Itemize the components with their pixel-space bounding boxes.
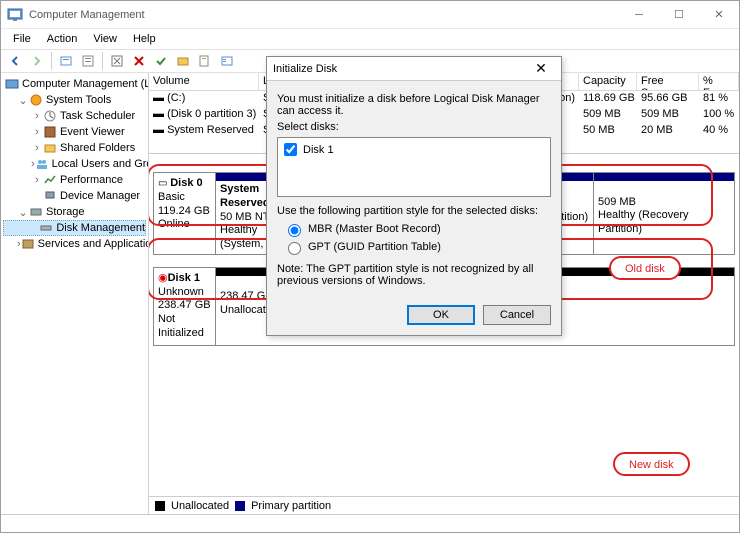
- up-button[interactable]: [56, 51, 76, 71]
- legend-primary: Primary partition: [251, 500, 331, 512]
- disk-selection-list: Disk 1: [277, 137, 551, 197]
- legend-unallocated: Unallocated: [171, 500, 229, 512]
- tree-device-manager[interactable]: Device Manager: [3, 188, 146, 204]
- dialog-close-button[interactable]: ✕: [527, 60, 555, 77]
- old-disk-annotation: Old disk: [609, 256, 681, 280]
- initialize-disk-dialog: Initialize Disk ✕ You must initialize a …: [266, 56, 562, 336]
- dialog-title: Initialize Disk: [273, 63, 527, 75]
- disk-1-checkbox[interactable]: Disk 1: [280, 140, 548, 159]
- select-disks-label: Select disks:: [277, 121, 551, 133]
- col-capacity[interactable]: Capacity: [579, 73, 637, 90]
- col-pct-free[interactable]: % Free: [699, 73, 739, 90]
- legend: Unallocated Primary partition: [149, 496, 739, 514]
- minimize-button[interactable]: ─: [619, 1, 659, 29]
- tree-event-viewer[interactable]: ›Event Viewer: [3, 124, 146, 140]
- tree-storage[interactable]: ⌄Storage: [3, 204, 146, 220]
- menu-help[interactable]: Help: [125, 31, 164, 47]
- ok-button[interactable]: OK: [407, 305, 475, 325]
- properties-icon[interactable]: [78, 51, 98, 71]
- tree-services[interactable]: ›Services and Applications: [3, 236, 146, 252]
- back-button[interactable]: [5, 51, 25, 71]
- refresh-icon[interactable]: [107, 51, 127, 71]
- dialog-message: You must initialize a disk before Logica…: [277, 93, 551, 117]
- maximize-button[interactable]: ☐: [659, 1, 699, 29]
- col-free-space[interactable]: Free Space: [637, 73, 699, 90]
- nav-tree: Computer Management (Local) ⌄System Tool…: [1, 73, 149, 514]
- window-title: Computer Management: [29, 9, 619, 21]
- folder-icon[interactable]: [173, 51, 193, 71]
- check-icon[interactable]: [151, 51, 171, 71]
- list-icon[interactable]: [217, 51, 237, 71]
- tree-system-tools[interactable]: ⌄System Tools: [3, 92, 146, 108]
- titlebar: Computer Management ─ ☐ ✕: [1, 1, 739, 29]
- tree-disk-management[interactable]: Disk Management: [3, 220, 146, 236]
- tree-task-scheduler[interactable]: ›Task Scheduler: [3, 108, 146, 124]
- menu-view[interactable]: View: [85, 31, 125, 47]
- col-volume[interactable]: Volume: [149, 73, 259, 90]
- delete-icon[interactable]: [129, 51, 149, 71]
- tree-shared-folders[interactable]: ›Shared Folders: [3, 140, 146, 156]
- dialog-note: Note: The GPT partition style is not rec…: [277, 263, 551, 287]
- menu-action[interactable]: Action: [39, 31, 86, 47]
- menu-file[interactable]: File: [5, 31, 39, 47]
- menubar: File Action View Help: [1, 29, 739, 49]
- tree-performance[interactable]: ›Performance: [3, 172, 146, 188]
- gpt-radio[interactable]: GPT (GUID Partition Table): [277, 239, 551, 255]
- forward-button[interactable]: [27, 51, 47, 71]
- partition-style-label: Use the following partition style for th…: [277, 205, 551, 217]
- tree-root[interactable]: Computer Management (Local): [3, 76, 146, 92]
- statusbar: [1, 514, 739, 532]
- app-icon: [7, 7, 23, 23]
- export-icon[interactable]: [195, 51, 215, 71]
- close-button[interactable]: ✕: [699, 1, 739, 29]
- cancel-button[interactable]: Cancel: [483, 305, 551, 325]
- new-disk-annotation: New disk: [613, 452, 690, 476]
- mbr-radio[interactable]: MBR (Master Boot Record): [277, 221, 551, 237]
- tree-local-users[interactable]: ›Local Users and Groups: [3, 156, 146, 172]
